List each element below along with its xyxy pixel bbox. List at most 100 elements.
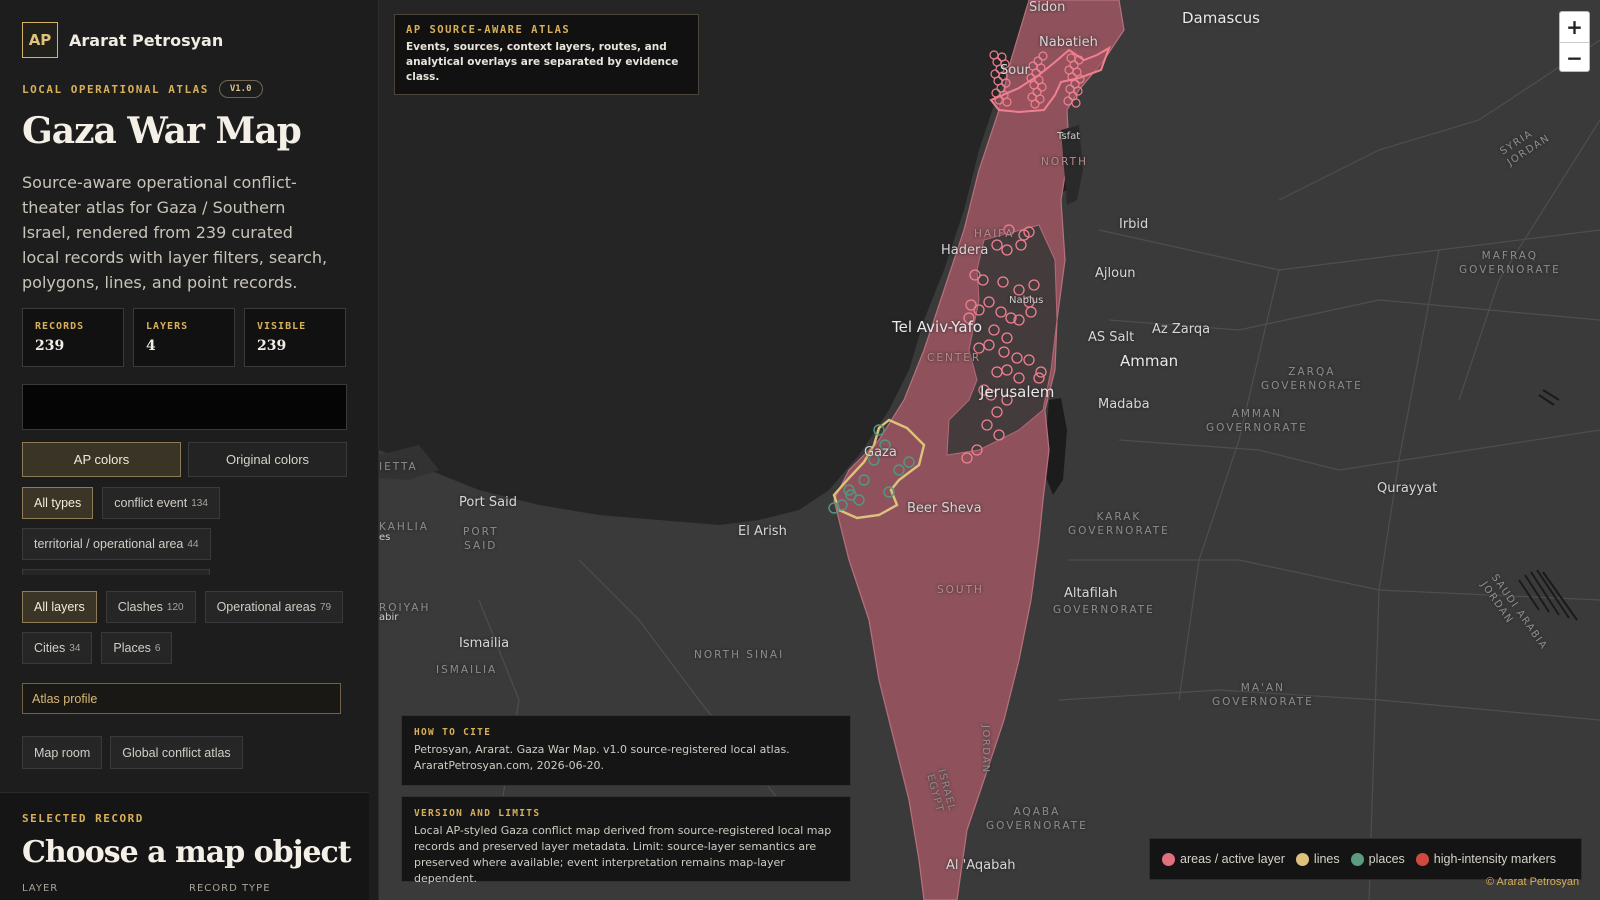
event-marker[interactable] (981, 419, 993, 431)
event-marker[interactable] (971, 444, 983, 456)
map-canvas[interactable]: Sidon Damascus Nabatieh Sour Tsfat NORTH… (379, 0, 1600, 900)
event-marker[interactable] (998, 346, 1010, 358)
event-marker[interactable] (1015, 239, 1027, 251)
event-marker[interactable] (997, 276, 1009, 288)
chip-label: territorial / operational area (34, 537, 184, 551)
original-colors-button[interactable]: Original colors (188, 442, 347, 477)
event-marker[interactable] (1033, 372, 1045, 384)
selected-title: Choose a map object (22, 835, 352, 870)
label-region-south: SOUTH (937, 584, 984, 596)
stat-layers: LAYERS 4 (133, 308, 235, 367)
event-marker[interactable] (977, 274, 989, 286)
label-nablus: Nablus (1009, 295, 1044, 306)
event-marker[interactable] (1063, 96, 1073, 106)
event-marker[interactable] (1073, 86, 1083, 96)
search-input[interactable] (22, 384, 347, 430)
event-marker[interactable] (973, 304, 985, 316)
filter-conflict-event[interactable]: conflict event 134 (102, 487, 220, 519)
event-marker[interactable] (1028, 279, 1040, 291)
event-marker[interactable] (1036, 63, 1046, 73)
stat-label: RECORDS (35, 321, 85, 332)
event-marker[interactable] (1038, 51, 1048, 61)
event-marker[interactable] (1001, 78, 1011, 88)
layer-operational-areas[interactable]: Operational areas 79 (204, 591, 344, 623)
event-marker[interactable] (1037, 82, 1047, 92)
brand[interactable]: AP Ararat Petrosyan (22, 22, 223, 58)
chip-label: All types (34, 496, 82, 510)
event-marker[interactable] (1035, 94, 1045, 104)
event-marker[interactable] (991, 406, 1003, 418)
zoom-out-button[interactable]: − (1560, 42, 1589, 72)
legend-item-areas: areas / active layer (1162, 852, 1285, 866)
event-marker[interactable] (1030, 99, 1040, 109)
label-amman: Amman (1120, 352, 1179, 370)
place-marker[interactable] (893, 464, 905, 476)
label-tafilah-gov: GOVERNORATE (1053, 604, 1155, 616)
selected-columns: LAYER RECORD TYPE (22, 883, 356, 894)
label-damascus: Damascus (1182, 9, 1260, 27)
event-marker[interactable] (991, 239, 1003, 251)
place-marker[interactable] (903, 456, 915, 468)
place-marker[interactable] (883, 486, 895, 498)
event-marker[interactable] (1001, 364, 1013, 376)
event-marker[interactable] (1023, 354, 1035, 366)
layer-all[interactable]: All layers (22, 591, 97, 623)
event-marker[interactable] (961, 452, 973, 464)
type-filters: All types conflict event 134 territorial … (22, 487, 352, 560)
event-marker[interactable] (994, 95, 1004, 105)
event-marker[interactable] (995, 306, 1007, 318)
event-marker[interactable] (1001, 244, 1013, 256)
col-layer: LAYER (22, 883, 59, 894)
event-marker[interactable] (983, 339, 995, 351)
filter-territorial-area[interactable]: territorial / operational area 44 (22, 528, 211, 560)
event-marker[interactable] (1074, 55, 1084, 65)
page-description: Source-aware operational conflict-theate… (22, 173, 328, 292)
event-marker[interactable] (1075, 74, 1085, 84)
chip-count: 134 (191, 497, 208, 509)
event-marker[interactable] (983, 296, 995, 308)
filter-all-types[interactable]: All types (22, 487, 94, 519)
event-marker[interactable] (1013, 372, 1025, 384)
event-marker[interactable] (988, 324, 1000, 336)
event-marker[interactable] (1025, 306, 1037, 318)
event-marker[interactable] (1002, 97, 1012, 107)
label-zarqa-gov: ZARQA GOVERNORATE (1261, 366, 1363, 392)
event-marker[interactable] (1071, 98, 1081, 108)
brand-name: Ararat Petrosyan (69, 30, 224, 50)
layer-places[interactable]: Places 6 (101, 632, 173, 664)
map-room-button[interactable]: Map room (22, 736, 103, 769)
label-abir-fragment: abir (379, 612, 399, 623)
layer-clashes[interactable]: Clashes 120 (105, 591, 196, 623)
place-marker[interactable] (853, 494, 865, 506)
layer-cities[interactable]: Cities 34 (22, 632, 93, 664)
event-marker[interactable] (1013, 284, 1025, 296)
label-maan-gov: MA'AN GOVERNORATE (1212, 682, 1314, 708)
cite-kicker: HOW TO CITE (414, 727, 492, 738)
label-amman-gov: AMMAN GOVERNORATE (1206, 408, 1308, 434)
legend-swatch (1295, 852, 1309, 866)
chip-count: 120 (166, 601, 184, 613)
event-marker[interactable] (993, 429, 1005, 441)
event-marker[interactable] (1035, 366, 1047, 378)
event-marker[interactable] (1001, 332, 1013, 344)
place-marker[interactable] (858, 474, 870, 486)
col-record-type: RECORD TYPE (189, 883, 271, 894)
event-marker[interactable] (1011, 352, 1023, 364)
legend-label: high-intensity markers (1433, 852, 1557, 866)
ap-colors-button[interactable]: AP colors (22, 442, 181, 477)
atlas-profile-select[interactable]: Atlas profile (22, 683, 341, 714)
global-atlas-button[interactable]: Global conflict atlas (110, 736, 243, 769)
sidebar: AP Ararat Petrosyan LOCAL OPERATIONAL AT… (0, 0, 379, 900)
stat-label: VISIBLE (257, 321, 307, 332)
label-jerusalem: Jerusalem (980, 383, 1055, 401)
label-region-center: CENTER (927, 352, 982, 364)
event-marker[interactable] (991, 366, 1003, 378)
label-gaza: Gaza (864, 445, 897, 460)
label-tel-aviv: Tel Aviv-Yafo (892, 318, 983, 336)
kicker-row: LOCAL OPERATIONAL ATLAS V1.0 (22, 80, 263, 98)
place-marker[interactable] (873, 424, 885, 436)
chip-label: Operational areas (216, 600, 316, 614)
zoom-in-button[interactable]: + (1560, 12, 1589, 42)
map-legend: areas / active layer lines places high-i… (1149, 838, 1582, 880)
chip-label: conflict event (114, 496, 188, 510)
